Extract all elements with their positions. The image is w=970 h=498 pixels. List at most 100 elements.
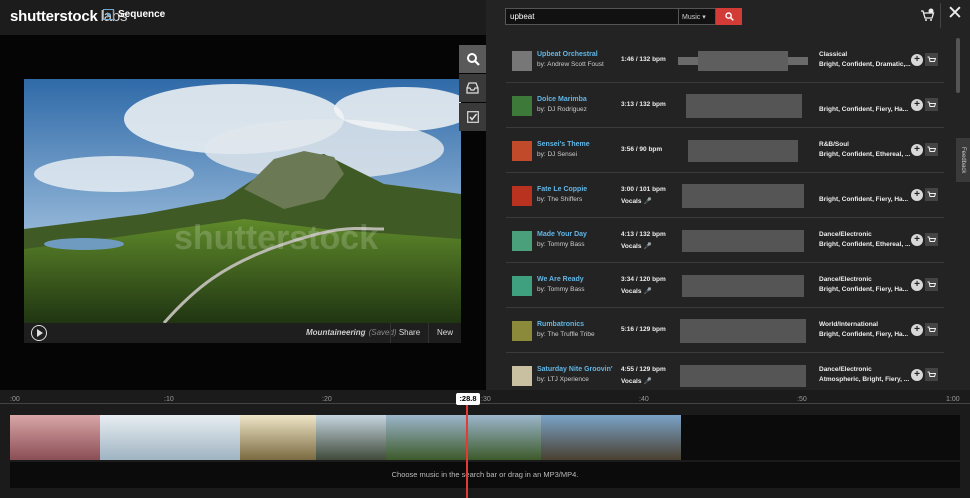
track-row[interactable]: Made Your Day by: Tommy Bass 4:13 / 132 … — [506, 218, 944, 263]
close-icon[interactable]: ✕ — [947, 4, 963, 23]
search-button[interactable] — [716, 8, 742, 25]
video-track[interactable] — [10, 415, 960, 460]
buy-track-button[interactable] — [925, 323, 938, 336]
video-preview[interactable]: shutterstock — [24, 79, 461, 323]
buy-track-button[interactable] — [925, 143, 938, 156]
vocals-label: Vocals — [621, 198, 642, 205]
waveform[interactable] — [678, 317, 808, 345]
microphone-icon: 🎤 — [643, 378, 652, 385]
cart-button[interactable] — [920, 8, 935, 27]
track-row[interactable]: Upbeat Orchestral by: Andrew Scott Foust… — [506, 38, 944, 83]
search-tab[interactable] — [459, 45, 486, 73]
buy-track-button[interactable] — [925, 368, 938, 381]
tick-label: 1:00 — [946, 396, 960, 403]
tick-label: :50 — [797, 396, 807, 403]
sequence-icon — [103, 9, 114, 20]
add-track-button[interactable]: + — [911, 189, 923, 201]
track-title[interactable]: Dolce Marimba — [537, 96, 587, 103]
track-row[interactable]: Rumbatronics by: The Truffle Tribe 5:16 … — [506, 308, 944, 353]
track-thumbnail — [512, 141, 532, 161]
waveform[interactable] — [678, 137, 808, 165]
track-title[interactable]: Saturday Nite Groovin' — [537, 366, 613, 373]
add-track-button[interactable]: + — [911, 99, 923, 111]
track-moods: Bright, Confident, Ethereal, ... — [819, 151, 911, 158]
track-moods: Bright, Confident, Dramatic,... — [819, 61, 911, 68]
waveform[interactable] — [678, 362, 808, 390]
player-bar: Mountaineering (Saved) Share New — [24, 323, 461, 343]
track-title[interactable]: Fate Le Coppie — [537, 186, 587, 193]
waveform[interactable] — [678, 47, 808, 75]
waveform[interactable] — [678, 272, 808, 300]
track-row[interactable]: Fate Le Coppie by: The Shiffers 3:00 / 1… — [506, 173, 944, 218]
vocals-label: Vocals — [621, 243, 642, 250]
video-clip[interactable] — [100, 415, 240, 460]
video-clip[interactable] — [316, 415, 386, 460]
track-title[interactable]: Made Your Day — [537, 231, 587, 238]
track-duration: 4:55 / 129 bpm — [621, 366, 666, 373]
playhead[interactable] — [466, 400, 468, 498]
track-duration: 3:00 / 101 bpm — [621, 186, 666, 193]
search-input[interactable] — [505, 8, 679, 25]
add-track-button[interactable]: + — [911, 324, 923, 336]
category-dropdown[interactable]: Music — [679, 8, 716, 25]
track-title[interactable]: Upbeat Orchestral — [537, 51, 598, 58]
sequence-link[interactable]: Sequence — [103, 9, 165, 20]
share-button[interactable]: Share — [390, 323, 428, 343]
track-artist: by: LTJ Xperience — [537, 376, 589, 383]
feedback-tab[interactable]: Feedback — [956, 138, 970, 182]
track-thumbnail — [512, 186, 532, 206]
list-scrollbar[interactable] — [956, 38, 960, 93]
video-clip[interactable] — [541, 415, 681, 460]
playhead-time: :28.8 — [456, 393, 480, 405]
buy-track-button[interactable] — [925, 53, 938, 66]
add-track-button[interactable]: + — [911, 144, 923, 156]
waveform[interactable] — [678, 182, 808, 210]
music-track[interactable]: Choose music in the search bar or drag i… — [10, 462, 960, 488]
track-thumbnail — [512, 276, 532, 296]
track-thumbnail — [512, 231, 532, 251]
waveform[interactable] — [678, 227, 808, 255]
vocals-badge: Vocals 🎤 — [621, 377, 652, 385]
track-row[interactable]: Dolce Marimba by: DJ Rodriguez 3:13 / 13… — [506, 83, 944, 128]
add-track-button[interactable]: + — [911, 234, 923, 246]
track-title[interactable]: Rumbatronics — [537, 321, 584, 328]
track-row[interactable]: Saturday Nite Groovin' by: LTJ Xperience… — [506, 353, 944, 390]
add-track-button[interactable]: + — [911, 54, 923, 66]
track-duration: 3:56 / 90 bpm — [621, 146, 663, 153]
buy-track-button[interactable] — [925, 188, 938, 201]
waveform[interactable] — [678, 92, 808, 120]
cart-icon — [927, 281, 936, 287]
track-title[interactable]: Sensei's Theme — [537, 141, 590, 148]
track-duration: 1:46 / 132 bpm — [621, 56, 666, 63]
divider — [940, 3, 941, 28]
buy-track-button[interactable] — [925, 98, 938, 111]
inbox-icon — [466, 82, 479, 94]
video-clip[interactable] — [240, 415, 316, 460]
add-track-button[interactable]: + — [911, 279, 923, 291]
checklist-tab[interactable] — [459, 103, 486, 131]
track-row[interactable]: Sensei's Theme by: DJ Sensei 3:56 / 90 b… — [506, 128, 944, 173]
tick-label: :00 — [10, 396, 20, 403]
time-ruler[interactable]: :00 :10 :20 :30 :40 :50 1:00 — [0, 390, 970, 404]
track-row[interactable]: We Are Ready by: Tommy Bass 3:34 / 120 b… — [506, 263, 944, 308]
app-name: Sequence — [118, 9, 166, 20]
add-track-button[interactable]: + — [911, 369, 923, 381]
buy-track-button[interactable] — [925, 233, 938, 246]
buy-track-button[interactable] — [925, 278, 938, 291]
track-moods: Atmospheric, Bright, Fiery, ... — [819, 376, 910, 383]
track-genre: Dance/Electronic — [819, 276, 872, 283]
search-icon — [466, 53, 480, 66]
inbox-tab[interactable] — [459, 74, 486, 102]
new-button[interactable]: New — [428, 323, 461, 343]
timeline: :00 :10 :20 :30 :40 :50 1:00 Choose musi… — [0, 390, 970, 498]
cart-icon — [927, 326, 936, 332]
video-clip[interactable] — [386, 415, 541, 460]
track-title[interactable]: We Are Ready — [537, 276, 584, 283]
track-artist: by: The Truffle Tribe — [537, 331, 595, 338]
play-icon[interactable] — [31, 325, 47, 341]
track-moods: Bright, Confident, Fiery, Ha... — [819, 106, 909, 113]
track-moods: Bright, Confident, Fiery, Ha... — [819, 286, 909, 293]
track-duration: 4:13 / 132 bpm — [621, 231, 666, 238]
track-artist: by: Tommy Bass — [537, 286, 585, 293]
video-clip[interactable] — [10, 415, 100, 460]
